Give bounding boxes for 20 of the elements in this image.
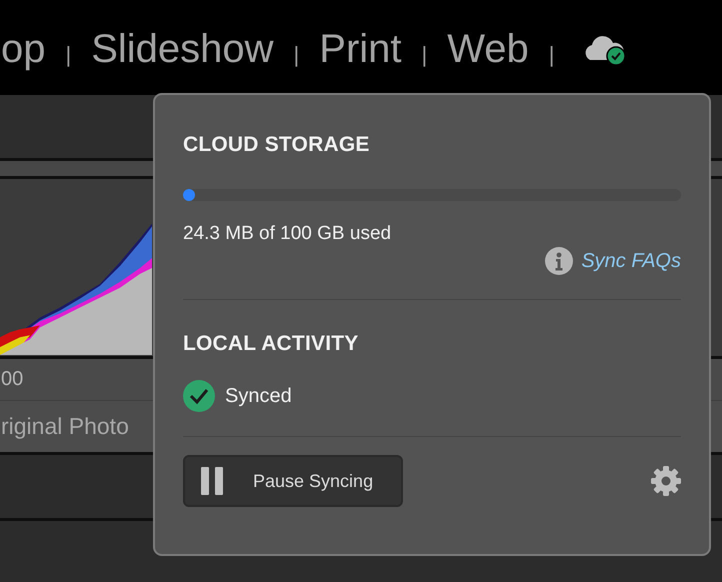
module-tab[interactable]: op — [1, 27, 46, 72]
separator: | — [548, 42, 554, 68]
info-icon — [545, 247, 574, 275]
photo-label: riginal Photo — [1, 413, 129, 440]
module-tab[interactable]: Web — [447, 27, 529, 72]
separator: | — [66, 42, 72, 68]
faq-link[interactable]: Sync FAQs — [581, 250, 681, 272]
settings-icon[interactable] — [650, 465, 682, 497]
module-tab[interactable]: Slideshow — [91, 27, 274, 72]
separator: | — [422, 42, 428, 68]
section-title: LOCAL ACTIVITY — [183, 332, 360, 356]
section-title: CLOUD STORAGE — [183, 133, 371, 157]
histogram-label: 00 — [1, 368, 24, 391]
separator: | — [294, 42, 300, 68]
module-tab[interactable]: Print — [319, 27, 402, 72]
pause-syncing-button[interactable]: Pause Syncing — [183, 455, 403, 507]
pause-icon — [201, 467, 225, 495]
storage-usage: 24.3 MB of 100 GB used — [183, 223, 392, 245]
check-icon — [183, 380, 215, 412]
sync-status: Synced — [225, 384, 292, 408]
